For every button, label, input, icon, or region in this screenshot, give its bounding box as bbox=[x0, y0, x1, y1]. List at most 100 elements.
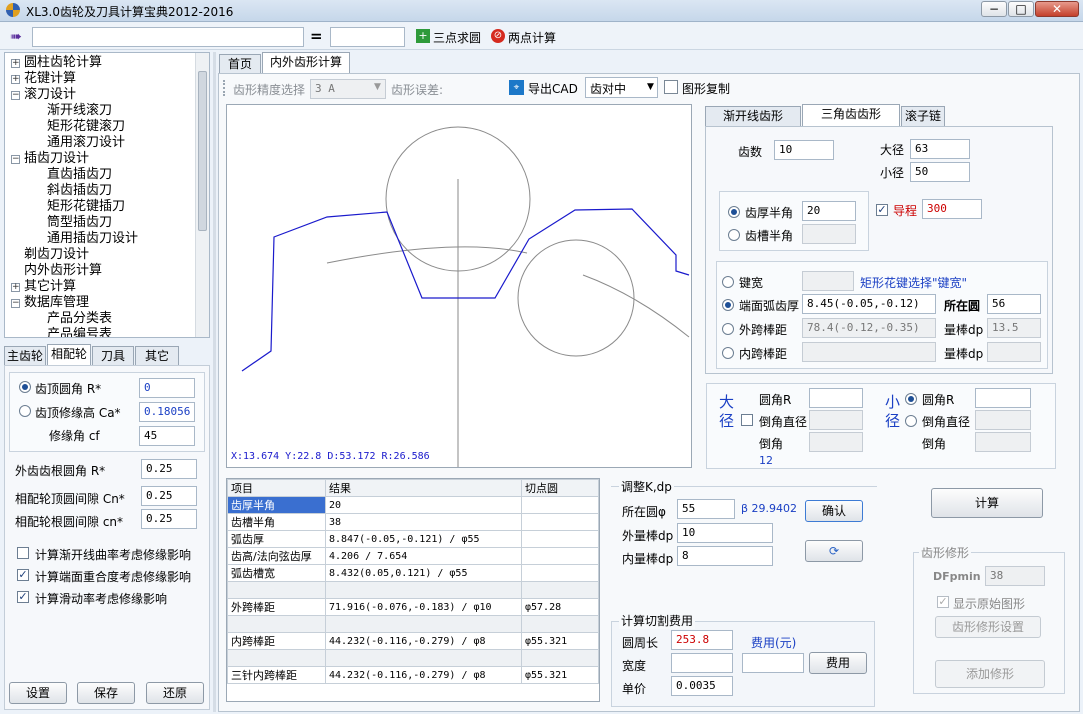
half-slot-radio[interactable] bbox=[728, 229, 740, 241]
small-chamfer-dia-input[interactable] bbox=[975, 410, 1031, 430]
int-pin-input[interactable] bbox=[802, 342, 936, 362]
int-pin-radio[interactable] bbox=[722, 347, 734, 359]
half-thick-input[interactable]: 20 bbox=[802, 201, 856, 221]
tree-item[interactable]: 通用插齿刀设计 bbox=[47, 231, 138, 247]
two-point-calc-button[interactable]: ⊘ 两点计算 bbox=[489, 27, 563, 47]
left-tab-2[interactable]: 刀具 bbox=[92, 346, 134, 366]
tree-item[interactable]: 斜齿插齿刀 bbox=[47, 183, 112, 199]
tree-item[interactable]: + 花键计算 bbox=[11, 71, 76, 87]
left-tab-1[interactable]: 相配轮 bbox=[47, 344, 91, 366]
small-chamfer-radio[interactable] bbox=[905, 415, 917, 427]
small-radius-input[interactable] bbox=[975, 388, 1031, 408]
tip-fillet-input[interactable]: 0 bbox=[139, 378, 195, 398]
fee-button[interactable]: 费用 bbox=[809, 652, 867, 674]
modify-settings-button[interactable]: 齿形修形设置 bbox=[935, 616, 1041, 638]
ext-pin-dp-input[interactable]: 13.5 bbox=[987, 318, 1041, 338]
profile-canvas[interactable]: X:13.674 Y:22.8 D:53.172 R:26.586 bbox=[226, 104, 692, 468]
refresh-button[interactable]: ⟳ bbox=[805, 540, 863, 562]
int-dp-input[interactable]: 8 bbox=[677, 546, 773, 566]
minor-dia-input[interactable]: 50 bbox=[910, 162, 970, 182]
small-chamfer-input[interactable] bbox=[975, 432, 1031, 452]
int-pin-dp-input[interactable] bbox=[987, 342, 1041, 362]
right-tab-0[interactable]: 渐开线齿形 bbox=[705, 106, 801, 126]
confirm-button[interactable]: 确认 bbox=[805, 500, 863, 522]
main-tab-0[interactable]: 首页 bbox=[219, 54, 261, 74]
mate-root-clear-input[interactable]: 0.25 bbox=[141, 509, 197, 529]
tree-item[interactable]: 产品编号表 bbox=[47, 327, 112, 337]
maximize-button[interactable]: □ bbox=[1008, 1, 1034, 17]
key-width-input[interactable] bbox=[802, 271, 854, 291]
key-width-radio[interactable] bbox=[722, 276, 734, 288]
tree-item[interactable]: 内外齿形计算 bbox=[24, 263, 102, 279]
scroll-thumb[interactable] bbox=[198, 71, 207, 231]
expand-icon[interactable]: + bbox=[11, 59, 20, 68]
mod-angle-input[interactable]: 45 bbox=[139, 426, 195, 446]
table-row[interactable]: 外跨棒距 71.916(-0.076,-0.183) / φ10 φ57.28 bbox=[227, 598, 599, 616]
left-tab-0[interactable]: 主齿轮 bbox=[4, 346, 46, 366]
expand-icon[interactable]: + bbox=[11, 283, 20, 292]
restore-button[interactable]: 还原 bbox=[146, 682, 204, 704]
arc-thick-input[interactable]: 8.45(-0.05,-0.12) bbox=[802, 294, 936, 314]
tree-item[interactable]: + 其它计算 bbox=[11, 279, 76, 295]
major-dia-input[interactable]: 63 bbox=[910, 139, 970, 159]
settings-button[interactable]: 设置 bbox=[9, 682, 67, 704]
table-row[interactable]: 齿高/法向弦齿厚 4.206 / 7.654 bbox=[227, 547, 599, 565]
on-circle-input[interactable]: 56 bbox=[987, 294, 1041, 314]
tree-item[interactable]: 通用滚刀设计 bbox=[47, 135, 125, 151]
big-chamfer-dia-input[interactable] bbox=[809, 410, 863, 430]
tip-mod-radio[interactable] bbox=[19, 405, 31, 417]
export-cad-button[interactable]: ⌖ 导出CAD bbox=[509, 78, 581, 98]
save-button[interactable]: 保存 bbox=[77, 682, 135, 704]
perimeter-input[interactable]: 253.8 bbox=[671, 630, 733, 650]
right-tab-1[interactable]: 三角齿齿形 bbox=[802, 104, 900, 126]
add-modify-button[interactable]: 添加修形 bbox=[935, 660, 1045, 688]
expand-icon[interactable]: + bbox=[11, 75, 20, 84]
tree-item[interactable]: 矩形花键滚刀 bbox=[47, 119, 125, 135]
root-fillet-input[interactable]: 0.25 bbox=[141, 459, 197, 479]
nav-tree[interactable]: + 圆柱齿轮计算 + 花键计算 − 滚刀设计 渐开线滚刀 矩形花键滚刀 通用滚刀设计 − 插齿刀设计… bbox=[4, 52, 210, 338]
tree-item[interactable]: 矩形花键插刀 bbox=[47, 199, 125, 215]
tree-item[interactable]: 直齿插齿刀 bbox=[47, 167, 112, 183]
big-chamfer-input[interactable] bbox=[809, 432, 863, 452]
ext-pin-radio[interactable] bbox=[722, 323, 734, 335]
compute-button[interactable]: 计算 bbox=[931, 488, 1043, 518]
width-input[interactable] bbox=[671, 653, 733, 673]
tree-item[interactable]: − 插齿刀设计 bbox=[11, 151, 89, 167]
ext-pin-input[interactable]: 78.4(-0.12,-0.35) bbox=[802, 318, 936, 338]
lead-check[interactable]: ✓ bbox=[876, 204, 888, 216]
unit-price-input[interactable]: 0.0035 bbox=[671, 676, 733, 696]
teeth-input[interactable]: 10 bbox=[774, 140, 834, 160]
tree-item[interactable]: + 圆柱齿轮计算 bbox=[11, 55, 102, 71]
collapse-icon[interactable]: − bbox=[11, 155, 20, 164]
half-slot-input[interactable] bbox=[802, 224, 856, 244]
table-row[interactable]: 弧齿槽宽 8.432(0.05,0.121) / φ55 bbox=[227, 564, 599, 582]
big-chamfer-check[interactable] bbox=[741, 414, 753, 426]
tree-item[interactable]: − 数据库管理 bbox=[11, 295, 89, 311]
table-row[interactable]: 齿厚半角 20 bbox=[227, 496, 599, 514]
adjust-circle-input[interactable]: 55 bbox=[677, 499, 735, 519]
mate-tip-clear-input[interactable]: 0.25 bbox=[141, 486, 197, 506]
table-row[interactable]: 弧齿厚 8.847(-0.05,-0.121) / φ55 bbox=[227, 530, 599, 548]
copy-graph-button[interactable]: 图形复制 bbox=[664, 78, 736, 98]
tree-item[interactable]: − 滚刀设计 bbox=[11, 87, 76, 103]
result-input[interactable] bbox=[330, 27, 405, 47]
splitter[interactable] bbox=[213, 52, 216, 712]
lead-input[interactable]: 300 bbox=[922, 199, 982, 219]
tree-item[interactable]: 产品分类表 bbox=[47, 311, 112, 327]
main-tab-1[interactable]: 内外齿形计算 bbox=[262, 52, 350, 74]
formula-input[interactable] bbox=[32, 27, 304, 47]
big-radius-input[interactable] bbox=[809, 388, 863, 408]
minimize-button[interactable]: − bbox=[981, 1, 1007, 17]
tip-fillet-radio[interactable] bbox=[19, 381, 31, 393]
half-thick-radio[interactable] bbox=[728, 206, 740, 218]
table-row[interactable] bbox=[227, 615, 599, 633]
right-tab-2[interactable]: 滚子链 bbox=[901, 106, 945, 126]
dfpmin-input[interactable]: 38 bbox=[985, 566, 1045, 586]
close-button[interactable]: ✕ bbox=[1035, 1, 1079, 17]
three-point-circle-button[interactable]: + 三点求圆 bbox=[414, 27, 484, 47]
table-row[interactable] bbox=[227, 581, 599, 599]
tip-mod-input[interactable]: 0.18056 bbox=[139, 402, 195, 422]
check-contact-ratio[interactable]: ✓ bbox=[17, 569, 29, 581]
fee-output[interactable] bbox=[742, 653, 804, 673]
ext-dp-input[interactable]: 10 bbox=[677, 523, 773, 543]
